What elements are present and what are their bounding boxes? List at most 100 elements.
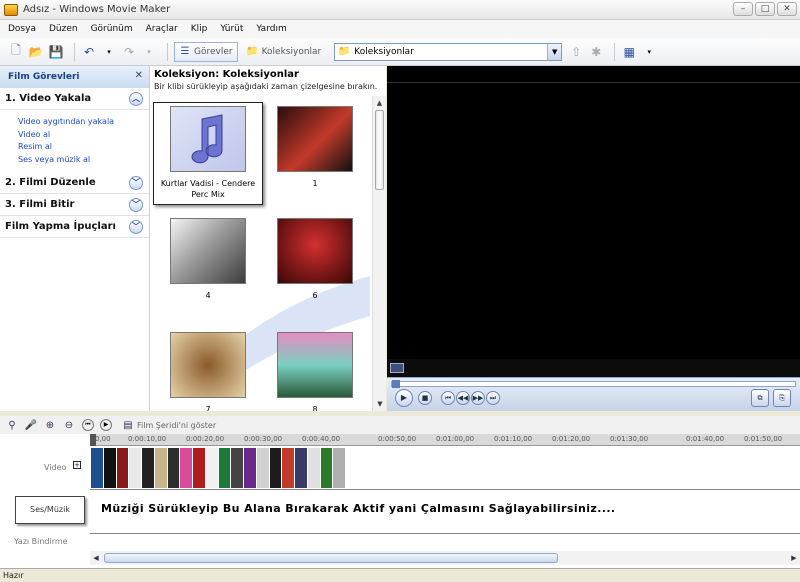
section-edit-movie[interactable]: 2. Filmi Düzenle ﹀ xyxy=(0,172,149,194)
item-caption: 7 xyxy=(205,405,211,411)
chevron-up-icon[interactable]: ︿ xyxy=(129,91,143,106)
stop-icon[interactable]: ■ xyxy=(418,391,432,405)
play-timeline-icon[interactable]: ▶ xyxy=(100,419,112,431)
chevron-down-icon[interactable]: ﹀ xyxy=(129,197,143,212)
menu-view[interactable]: Görünüm xyxy=(91,24,133,34)
seek-bar[interactable] xyxy=(391,380,796,388)
collection-item[interactable]: 8 xyxy=(260,332,370,411)
menu-file[interactable]: Dosya xyxy=(8,24,36,34)
new-file-icon[interactable]: 🗋 xyxy=(8,43,24,60)
set-audio-levels-icon[interactable]: ⚲ xyxy=(6,419,18,431)
chevron-down-icon[interactable]: ﹀ xyxy=(129,175,143,190)
video-clips-strip[interactable] xyxy=(91,448,346,488)
scrollbar-thumb[interactable] xyxy=(375,110,384,190)
up-folder-icon[interactable]: ⇧ xyxy=(568,44,584,60)
redo-icon[interactable]: ↷ xyxy=(121,44,137,60)
video-clip[interactable] xyxy=(205,448,219,488)
chevron-down-icon[interactable]: ﹀ xyxy=(129,219,143,234)
menu-help[interactable]: Yardım xyxy=(256,24,286,34)
link-import-video[interactable]: Video al xyxy=(18,129,149,142)
collection-item[interactable]: 6 xyxy=(260,218,370,301)
menu-edit[interactable]: Düzen xyxy=(49,24,78,34)
video-clip[interactable] xyxy=(295,448,308,488)
link-import-pictures[interactable]: Resim al xyxy=(18,141,149,154)
timeline-scrollbar[interactable]: ◀ ▶ xyxy=(90,551,800,565)
scrollbar-thumb[interactable] xyxy=(104,553,558,563)
undo-dropdown-icon[interactable]: ▾ xyxy=(101,44,117,60)
collection-item[interactable]: 1 xyxy=(260,106,370,189)
new-collection-icon[interactable]: ✱ xyxy=(588,44,604,60)
maximize-button[interactable]: □ xyxy=(755,2,775,16)
menu-tools[interactable]: Araçlar xyxy=(146,24,178,34)
time-ruler[interactable]: 0,00 0:00:10,00 0:00:20,00 0:00:30,00 0:… xyxy=(90,434,800,446)
video-clip[interactable] xyxy=(193,448,206,488)
narrate-microphone-icon[interactable]: 🎤 xyxy=(25,419,37,431)
rewind-icon[interactable]: ◀◀ xyxy=(456,391,470,405)
collection-item[interactable]: 4 xyxy=(153,218,263,301)
close-icon[interactable]: ✕ xyxy=(135,70,143,81)
link-capture-from-device[interactable]: Video aygıtından yakala xyxy=(18,116,149,129)
view-options-icon[interactable]: ▦ xyxy=(621,44,637,60)
video-clip[interactable] xyxy=(256,448,270,488)
collection-item[interactable]: Kurtlar Vadisi - Cendere Perc Mix xyxy=(153,102,263,205)
previous-frame-icon[interactable]: ⏮ xyxy=(441,391,455,405)
video-clip[interactable] xyxy=(103,448,117,488)
rewind-timeline-icon[interactable]: ⏮ xyxy=(82,419,94,431)
close-button[interactable]: ✕ xyxy=(777,2,797,16)
video-clip[interactable] xyxy=(218,448,232,488)
video-clip[interactable] xyxy=(333,448,346,488)
expand-plus-icon[interactable]: + xyxy=(73,461,81,469)
zoom-out-icon[interactable]: ⊖ xyxy=(63,419,75,431)
forward-icon[interactable]: ▶▶ xyxy=(471,391,485,405)
take-picture-icon[interactable]: ⎘ xyxy=(773,389,791,407)
video-clip[interactable] xyxy=(129,448,142,488)
section-movie-tips[interactable]: Film Yapma İpuçları ﹀ xyxy=(0,216,149,238)
menu-play[interactable]: Yürüt xyxy=(220,24,243,34)
video-clip[interactable] xyxy=(91,448,104,488)
scroll-right-icon[interactable]: ▶ xyxy=(788,551,800,565)
play-icon[interactable]: ▶ xyxy=(395,389,413,407)
zoom-in-icon[interactable]: ⊕ xyxy=(44,419,56,431)
menu-clip[interactable]: Klip xyxy=(191,24,208,34)
video-track[interactable] xyxy=(90,447,800,489)
collection-select[interactable]: 📁 Koleksiyonlar ▼ xyxy=(334,42,563,61)
seek-knob[interactable] xyxy=(392,380,400,388)
scroll-left-icon[interactable]: ◀ xyxy=(90,551,102,565)
redo-dropdown-icon[interactable]: ▾ xyxy=(141,44,157,60)
item-caption: 8 xyxy=(312,405,318,411)
audio-music-track-label[interactable]: Ses/Müzik xyxy=(15,496,85,524)
show-storyboard-button[interactable]: ▤ Film Şeridi'ni göster xyxy=(122,419,216,431)
collections-toggle-button[interactable]: 📁 Koleksiyonlar xyxy=(242,42,327,62)
video-clip[interactable] xyxy=(320,448,334,488)
save-icon[interactable]: 💾 xyxy=(48,44,64,60)
section-capture-video[interactable]: 1. Video Yakala ︿ xyxy=(0,88,149,110)
scroll-down-icon[interactable]: ▼ xyxy=(373,397,386,411)
split-clip-icon[interactable]: ⧉ xyxy=(751,389,769,407)
video-clip[interactable] xyxy=(307,448,321,488)
preview-screen-icon[interactable] xyxy=(390,363,404,373)
link-import-audio[interactable]: Ses veya müzik al xyxy=(18,154,149,167)
movie-maker-icon xyxy=(4,3,18,16)
video-clip[interactable] xyxy=(180,448,193,488)
video-clip[interactable] xyxy=(167,448,181,488)
section-finish-movie[interactable]: 3. Filmi Bitir ﹀ xyxy=(0,194,149,216)
next-frame-icon[interactable]: ⏭ xyxy=(486,391,500,405)
video-clip[interactable] xyxy=(154,448,168,488)
undo-icon[interactable]: ↶ xyxy=(81,44,97,60)
chevron-down-icon[interactable]: ▼ xyxy=(547,43,562,60)
scroll-up-icon[interactable]: ▲ xyxy=(373,96,386,110)
video-clip[interactable] xyxy=(116,448,130,488)
audio-track[interactable]: Müziği Sürükleyip Bu Alana Bırakarak Akt… xyxy=(90,489,800,534)
open-folder-icon[interactable]: 📂 xyxy=(28,44,44,60)
video-clip[interactable] xyxy=(231,448,244,488)
video-clip[interactable] xyxy=(244,448,257,488)
collection-item[interactable]: 7 xyxy=(153,332,263,411)
collection-scrollbar[interactable]: ▲ ▼ xyxy=(372,96,386,411)
minimize-button[interactable]: – xyxy=(733,2,753,16)
video-clip[interactable] xyxy=(142,448,155,488)
view-dropdown-icon[interactable]: ▾ xyxy=(641,44,657,60)
video-clip[interactable] xyxy=(269,448,283,488)
tasks-toggle-button[interactable]: ☰ Görevler xyxy=(174,41,238,62)
video-clip[interactable] xyxy=(282,448,295,488)
tasks-panel-header: Film Görevleri ✕ xyxy=(0,66,149,88)
